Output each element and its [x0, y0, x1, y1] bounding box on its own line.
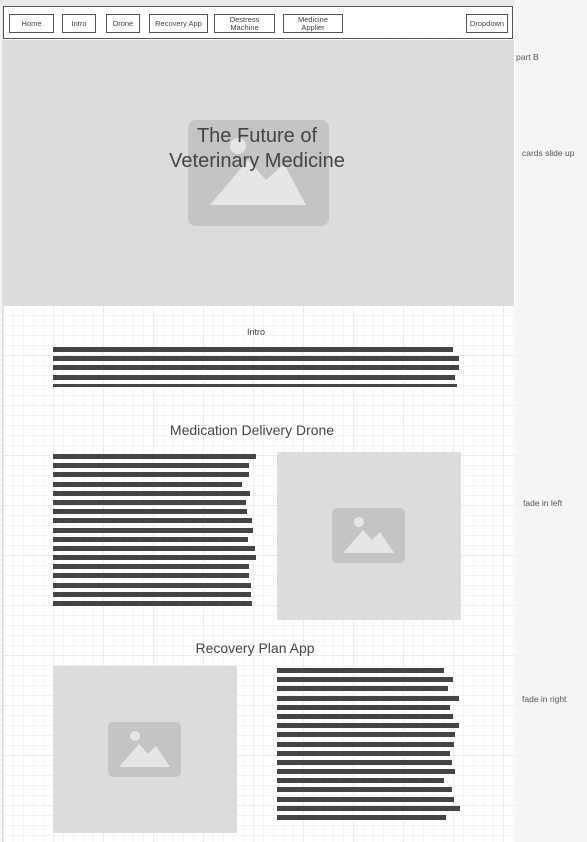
hero-title-line-1: The Future of: [196, 125, 318, 147]
drone-heading: Medication Delivery Drone: [169, 422, 335, 438]
text-line: [53, 545, 255, 551]
text-line: [53, 454, 256, 459]
text-line: [53, 481, 242, 487]
nav-recovery-app-button[interactable]: Recovery App: [149, 14, 208, 33]
text-line: [277, 787, 452, 793]
text-line: [53, 527, 253, 533]
text-line: [277, 732, 455, 738]
text-line: [277, 713, 453, 719]
text-line: [277, 668, 444, 673]
image-placeholder-icon: [332, 508, 405, 563]
text-line: [53, 463, 249, 469]
image-placeholder-svg: [119, 731, 170, 767]
text-line: [53, 536, 248, 542]
text-line: [53, 490, 250, 496]
recovery-heading: Recovery Plan App: [195, 640, 315, 656]
recovery-text-block: [277, 668, 467, 824]
drone-text-block: [53, 454, 263, 610]
hero-title-line-2: Veterinary Medicine: [169, 150, 345, 172]
nav-intro-label: Intro: [71, 18, 87, 28]
text-line: [277, 805, 460, 811]
intro-heading: Intro: [246, 327, 265, 337]
text-line: [53, 347, 453, 352]
recovery-image-placeholder: [53, 666, 237, 833]
text-line: [53, 582, 251, 588]
text-line: [53, 509, 247, 515]
nav-drone-button[interactable]: Drone: [106, 14, 140, 33]
recovery-animation-note: fade in right: [522, 694, 567, 704]
nav-recovery-label: Recovery App: [155, 18, 202, 28]
text-line: [277, 750, 450, 756]
text-line: [53, 365, 459, 371]
text-line: [53, 591, 251, 597]
drone-animation-note: fade in left: [523, 498, 563, 508]
text-line: [277, 796, 454, 802]
text-line: [277, 778, 444, 784]
text-line: [53, 383, 457, 387]
text-line: [53, 601, 252, 606]
nav-medicine-applier-button[interactable]: Medicine Applier: [283, 14, 343, 33]
nav-medicine-label-2: Applier: [301, 22, 325, 32]
nav-home-button[interactable]: Home: [9, 14, 54, 33]
text-line: [277, 677, 453, 683]
hero-animation-note: cards slide up: [522, 148, 575, 158]
text-line: [277, 695, 459, 701]
nav-destress-machine-button[interactable]: Destress Machine: [214, 14, 275, 33]
text-line: [277, 704, 450, 710]
text-line: [53, 573, 249, 579]
nav-home-label: Home: [21, 18, 42, 28]
nav-destress-label-2: Machine: [230, 22, 259, 32]
text-line: [53, 499, 246, 505]
nav-intro-button[interactable]: Intro: [62, 14, 96, 33]
text-line: [53, 518, 252, 524]
drone-image-placeholder: [277, 452, 461, 620]
nav-dropdown-button[interactable]: Dropdown: [466, 14, 508, 33]
hero-title: The Future of Veterinary Medicine: [132, 124, 382, 174]
intro-text-block: [53, 347, 463, 391]
image-placeholder-svg: [343, 517, 394, 553]
text-line: [53, 564, 249, 570]
image-placeholder-icon: [108, 722, 181, 777]
nav-drone-label: Drone: [112, 18, 134, 28]
text-line: [53, 472, 249, 478]
part-label: part B: [516, 52, 539, 62]
text-line: [277, 741, 454, 747]
hero-section: The Future of Veterinary Medicine: [2, 40, 514, 306]
text-line: [53, 374, 455, 380]
text-line: [53, 555, 256, 561]
text-line: [277, 759, 452, 765]
text-line: [277, 769, 455, 775]
text-line: [53, 356, 459, 362]
nav-dropdown-label: Dropdown: [469, 18, 505, 28]
nav-bar: Home Intro Drone Recovery App Destress M…: [3, 6, 513, 39]
text-line: [277, 723, 459, 729]
text-line: [277, 815, 446, 820]
text-line: [277, 686, 448, 692]
